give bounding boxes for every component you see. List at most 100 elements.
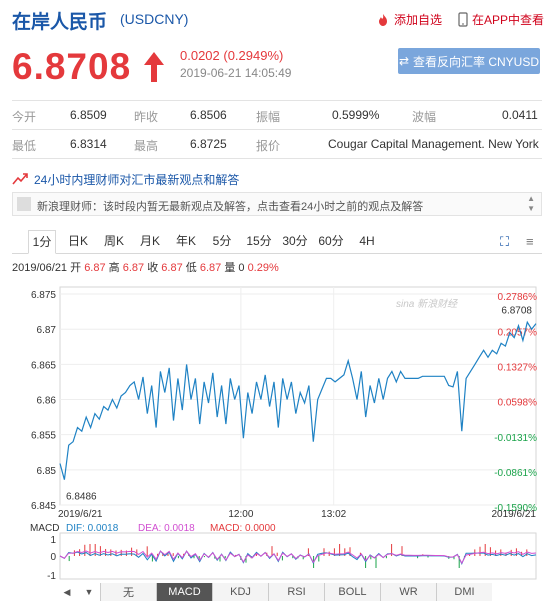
y-tick-label: 6.87 — [37, 325, 57, 336]
tab-1min[interactable]: 1分 — [28, 230, 56, 254]
open-in-app-label: 在APP中查看 — [472, 13, 545, 27]
y-tick-label: 6.865 — [31, 360, 56, 371]
high-value: 6.8725 — [190, 137, 227, 151]
intraday-chart[interactable]: 6.875 6.87 6.865 6.86 6.855 6.85 6.845 0.2786% 0… — [0, 275, 550, 585]
indicator-kdj[interactable]: KDJ — [212, 583, 268, 601]
quoter-value: Cougar Capital Management. New York — [328, 137, 539, 151]
prev-close-label: 昨收 — [134, 110, 159, 124]
prev-close-value: 6.8506 — [190, 108, 227, 122]
menu-icon[interactable]: ≡ — [526, 234, 534, 249]
indicator-wr[interactable]: WR — [380, 583, 436, 601]
scroll-left-icon[interactable]: ◀ — [56, 583, 78, 601]
macd-y-tick-label: 0 — [50, 552, 56, 563]
news-item[interactable]: 新浪理财师：该时段内暂无最新观点及解答，点击查看24小时之前的观点及解答 ▲ ▼ — [12, 192, 542, 216]
macd-y-tick-label: 1 — [50, 535, 56, 546]
period-tabs: 1分 日K 周K 月K 年K 5分 15分 30分 60分 4H ⛶ ≡ — [12, 230, 542, 254]
tab-5min[interactable]: 5分 — [208, 230, 236, 253]
stats-row: 最低 6.8314 最高 6.8725 报价 Cougar Capital Ma… — [12, 130, 542, 159]
x-tick-label: 2019/6/21 — [492, 509, 537, 520]
last-price: 6.8708 — [12, 46, 132, 87]
reverse-rate-label: 查看反向汇率 CNYUSD — [413, 54, 540, 69]
add-favorite-button[interactable]: 添加自选 — [376, 11, 442, 28]
low-value: 6.8314 — [70, 137, 107, 151]
macd-legend-item: MACD: 0.0000 — [210, 523, 276, 534]
phone-icon — [458, 12, 468, 27]
macd-legend-item: DEA: 0.0018 — [138, 523, 195, 534]
news-scroll-arrows-icon[interactable]: ▲ ▼ — [527, 194, 535, 214]
stats-table: 今开 6.8509 昨收 6.8506 振幅 0.5999% 波幅 0.0411… — [12, 100, 542, 159]
pct-tick-label: 0.1327% — [498, 362, 538, 373]
news-header[interactable]: 24小时内理财师对汇市最新观点和解答 — [12, 168, 542, 190]
tab-yearly[interactable]: 年K — [172, 230, 200, 253]
pct-tick-label: 0.2786% — [498, 292, 538, 303]
high-label: 高 — [108, 262, 120, 274]
amplitude-label: 振幅 — [256, 110, 281, 124]
advisor-news: 24小时内理财师对汇市最新观点和解答 新浪理财师：该时段内暂无最新观点及解答，点… — [12, 168, 542, 220]
indicator-boll[interactable]: BOLL — [324, 583, 380, 601]
low-value: 6.87 — [199, 262, 222, 274]
tab-4h[interactable]: 4H — [354, 230, 380, 253]
trend-icon — [12, 173, 28, 185]
header: 在岸人民币 (USDCNY) 添加自选 在APP中查看 — [0, 0, 550, 40]
high-label: 最高 — [134, 139, 159, 153]
y-tick-label: 6.845 — [31, 501, 56, 512]
open-in-app-button[interactable]: 在APP中查看 — [458, 11, 544, 28]
pct-tick-label: 0.0598% — [498, 398, 538, 409]
volume-label: 量 — [224, 262, 236, 274]
tab-60min[interactable]: 60分 — [316, 230, 346, 253]
last-value-label: 6.8708 — [501, 306, 532, 317]
open-value: 6.87 — [84, 262, 106, 274]
indicator-macd[interactable]: MACD — [156, 583, 212, 601]
x-tick-label: 12:00 — [228, 509, 253, 520]
tab-15min[interactable]: 15分 — [244, 230, 274, 253]
flame-icon — [379, 13, 387, 26]
y-tick-label: 6.875 — [31, 290, 56, 301]
y-tick-label: 6.855 — [31, 431, 56, 442]
price-row: 6.8708 0.0202 (0.2949%) 2019-06-21 14:05… — [0, 40, 550, 95]
instrument-title: 在岸人民币 — [12, 12, 108, 33]
quoter-label: 报价 — [256, 139, 281, 153]
indicator-none[interactable]: 无 — [100, 583, 156, 601]
indicator-bar: ◀ ▼ 无 MACD KDJ RSI BOLL WR DMI — [56, 583, 544, 601]
min-value-label: 6.8486 — [66, 492, 97, 503]
wave-label: 波幅 — [412, 110, 437, 124]
x-tick-label: 13:02 — [321, 509, 346, 520]
tab-weekly[interactable]: 周K — [100, 230, 128, 253]
indicator-rsi[interactable]: RSI — [268, 583, 324, 601]
close-value: 6.87 — [161, 262, 183, 274]
y-tick-label: 6.85 — [37, 466, 57, 477]
change-pct: 0.29% — [247, 262, 279, 274]
advisor-avatar — [17, 197, 31, 211]
high-value: 6.87 — [122, 262, 145, 274]
news-item-text: 新浪理财师：该时段内暂无最新观点及解答，点击查看24小时之前的观点及解答 — [37, 201, 424, 213]
x-tick-label: 2019/6/21 — [58, 509, 103, 520]
pct-tick-label: -0.0131% — [494, 433, 537, 444]
pct-tick-label: -0.0861% — [494, 468, 537, 479]
macd-y-tick-label: -1 — [47, 571, 56, 582]
price-line — [59, 320, 537, 480]
add-favorite-label: 添加自选 — [394, 13, 443, 27]
reverse-rate-button[interactable]: ⇄ 查看反向汇率 CNYUSD — [398, 48, 540, 74]
ohlc-line: 2019/06/21 开 6.87 高 6.87 收 6.87 低 6.87 量… — [12, 259, 279, 275]
low-label: 最低 — [12, 139, 37, 153]
y-tick-label: 6.86 — [37, 396, 57, 407]
close-label: 收 — [147, 262, 159, 274]
open-value: 6.8509 — [70, 108, 107, 122]
wave-value: 0.0411 — [502, 108, 538, 122]
tab-daily[interactable]: 日K — [64, 230, 92, 253]
tab-30min[interactable]: 30分 — [280, 230, 310, 253]
amplitude-value: 0.5999% — [332, 108, 380, 122]
open-label: 开 — [70, 262, 82, 274]
price-change: 0.0202 (0.2949%) — [180, 48, 284, 63]
instrument-code: (USDCNY) — [120, 11, 189, 27]
stats-row: 今开 6.8509 昨收 6.8506 振幅 0.5999% 波幅 0.0411 — [12, 101, 542, 130]
quote-date: 2019/06/21 — [12, 262, 68, 274]
quote-timestamp: 2019-06-21 14:05:49 — [180, 66, 292, 80]
tab-monthly[interactable]: 月K — [136, 230, 164, 253]
arrow-up-icon — [144, 52, 164, 82]
scroll-right-icon[interactable]: ▼ — [78, 583, 100, 601]
volume-value: 0 — [238, 262, 245, 274]
fullscreen-icon[interactable]: ⛶ — [500, 234, 509, 250]
macd-legend-item: MACD — [30, 523, 59, 534]
indicator-dmi[interactable]: DMI — [436, 583, 492, 601]
